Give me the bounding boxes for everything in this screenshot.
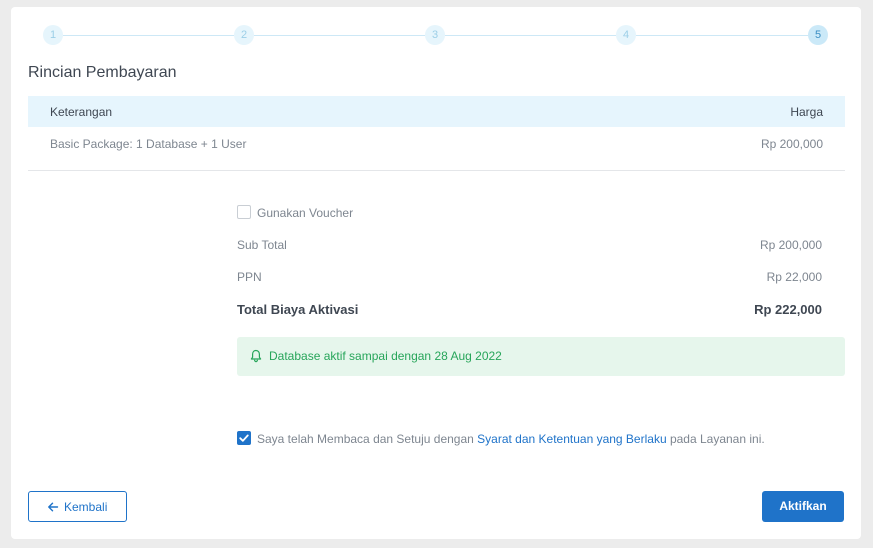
terms-agreement[interactable]: Saya telah Membaca dan Setuju dengan Sya… (237, 431, 845, 447)
subtotal-value: Rp 200,000 (759, 238, 822, 252)
step-4[interactable]: 4 (616, 25, 636, 45)
table-header: Keterangan Harga (28, 96, 845, 127)
stepper: 1 2 3 4 5 (11, 7, 861, 67)
page-title: Rincian Pembayaran (28, 64, 177, 81)
table-row: Basic Package: 1 Database + 1 User Rp 20… (28, 127, 845, 171)
column-header-description: Keterangan (50, 105, 113, 119)
step-3[interactable]: 3 (425, 25, 445, 45)
column-header-price: Harga (790, 105, 823, 119)
step-2[interactable]: 2 (234, 25, 254, 45)
subtotal-row: Sub Total Rp 200,000 (237, 238, 822, 256)
terms-text-after: pada Layanan ini. (666, 432, 765, 446)
step-1[interactable]: 1 (43, 25, 63, 45)
package-price: Rp 200,000 (760, 137, 823, 151)
package-description: Basic Package: 1 Database + 1 User (50, 137, 247, 151)
activate-button[interactable]: Aktifkan (762, 491, 844, 522)
tax-label: PPN (237, 270, 262, 284)
step-connector (636, 35, 808, 36)
voucher-checkbox[interactable] (237, 205, 251, 219)
subtotal-label: Sub Total (237, 238, 287, 252)
step-connector (254, 35, 425, 36)
terms-text-before: Saya telah Membaca dan Setuju dengan (257, 432, 478, 446)
notice-text: Database aktif sampai dengan 28 Aug 2022 (269, 349, 502, 363)
terms-checkbox[interactable] (237, 431, 251, 445)
payment-card: 1 2 3 4 5 Rincian Pembayaran Keterangan … (11, 7, 861, 539)
total-row: Total Biaya Aktivasi Rp 222,000 (237, 302, 822, 320)
terms-text: Saya telah Membaca dan Setuju dengan Sya… (257, 432, 765, 446)
checkmark-icon (239, 434, 249, 442)
step-connector (445, 35, 616, 36)
total-label: Total Biaya Aktivasi (237, 302, 359, 317)
step-connector (63, 35, 234, 36)
terms-link[interactable]: Syarat dan Ketentuan yang Berlaku (477, 432, 666, 446)
arrow-left-icon (48, 502, 59, 512)
bell-icon (250, 349, 262, 363)
active-until-notice: Database aktif sampai dengan 28 Aug 2022 (237, 337, 845, 376)
tax-row: PPN Rp 22,000 (237, 270, 822, 288)
back-button-label: Kembali (64, 500, 108, 514)
tax-value: Rp 22,000 (766, 270, 822, 284)
voucher-label[interactable]: Gunakan Voucher (257, 206, 353, 220)
total-value: Rp 222,000 (754, 302, 822, 317)
back-button[interactable]: Kembali (28, 491, 127, 522)
step-5[interactable]: 5 (808, 25, 828, 45)
